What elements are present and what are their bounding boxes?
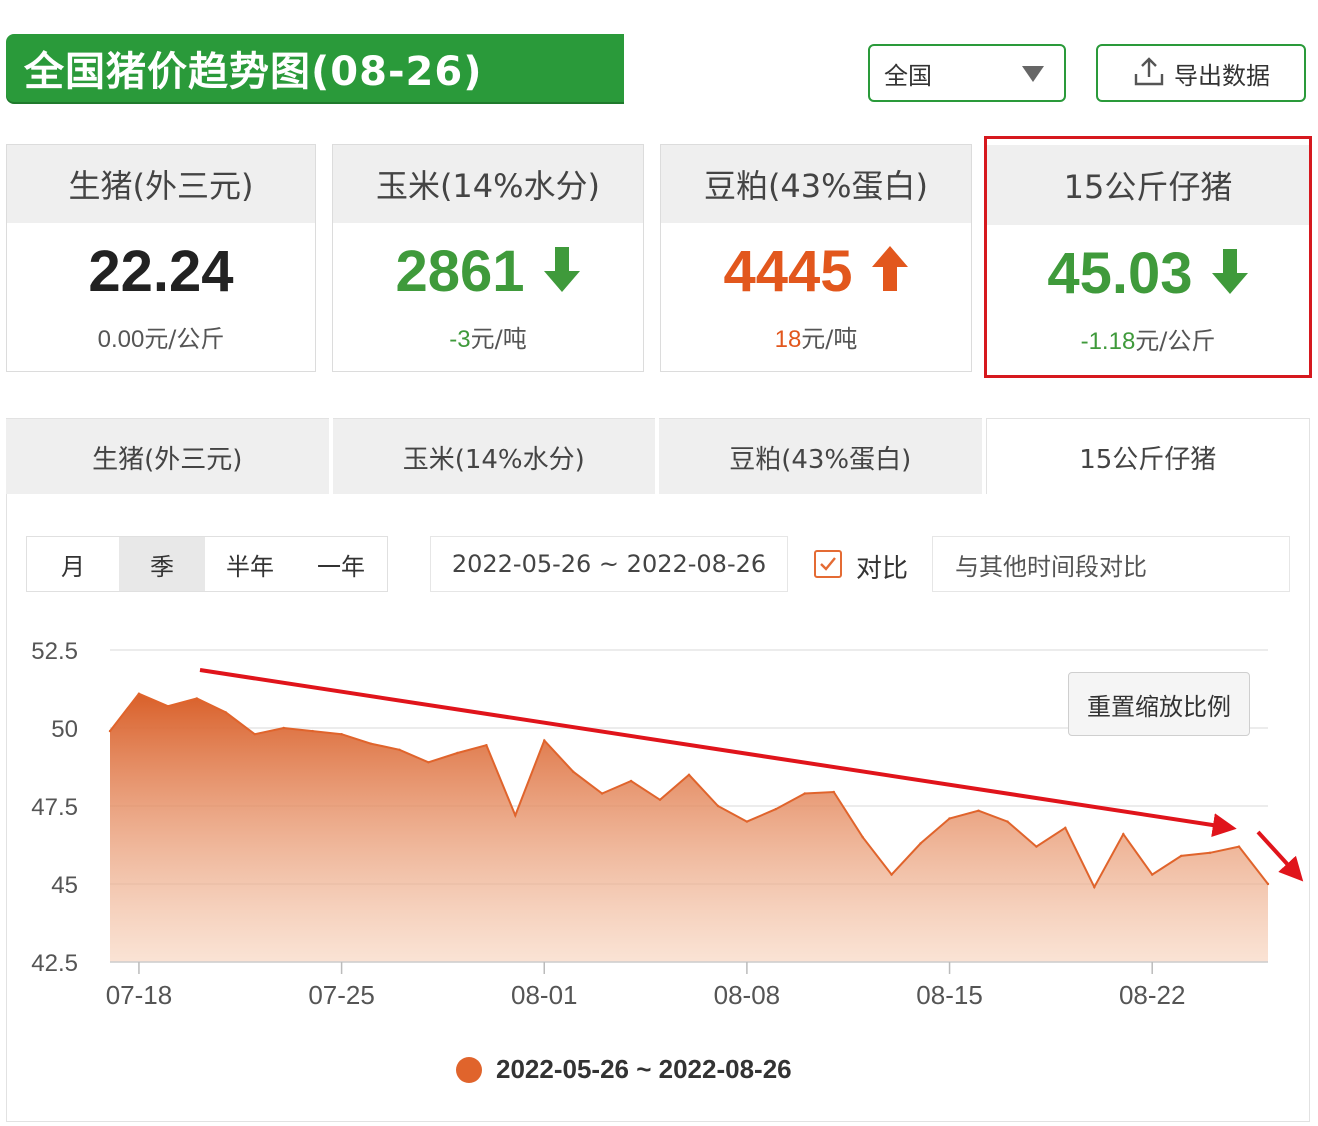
data-point: [485, 744, 488, 747]
x-tick-label: 07-18: [106, 980, 173, 1010]
data-point: [311, 729, 314, 733]
data-point: [948, 817, 951, 820]
data-point: [919, 842, 922, 845]
data-point: [658, 798, 662, 801]
legend-swatch: [456, 1056, 482, 1083]
y-tick-label: 45: [51, 872, 78, 899]
legend-label: 2022-05-26 ~ 2022-08-26: [496, 1054, 792, 1084]
price-trend-chart: 42.5 45 47.5 50 52.5 07-18 07-25 08-01 08-08 08-…: [31, 638, 1304, 1010]
data-point: [1093, 885, 1096, 889]
data-point: [745, 820, 749, 823]
data-point: [224, 711, 227, 714]
data-point: [340, 733, 343, 736]
x-tick-label: 08-08: [714, 980, 781, 1010]
data-point: [456, 751, 459, 755]
data-point: [1208, 851, 1212, 854]
data-point: [629, 779, 633, 783]
data-point: [832, 790, 835, 794]
data-point: [137, 692, 141, 695]
data-point: [600, 792, 604, 795]
drop-annotation-arrow: [1256, 830, 1304, 882]
x-tick-label: 08-15: [916, 980, 983, 1010]
data-point: [572, 770, 575, 773]
x-tick-label: 07-25: [308, 980, 375, 1010]
data-point: [977, 809, 980, 812]
data-point: [890, 873, 893, 876]
data-point: [1064, 826, 1067, 829]
data-point: [1180, 854, 1183, 858]
y-tick-label: 50: [51, 716, 78, 743]
data-point: [108, 729, 112, 733]
reset-zoom-button[interactable]: 重置缩放比例: [1068, 672, 1250, 736]
data-point: [369, 742, 372, 745]
data-point: [1035, 845, 1038, 848]
data-point: [803, 792, 806, 795]
y-tick-label: 42.5: [31, 950, 78, 977]
data-point: [716, 804, 720, 808]
data-point: [195, 697, 198, 700]
data-point: [514, 814, 517, 817]
data-point: [774, 807, 778, 811]
data-point: [427, 761, 430, 764]
data-point: [1237, 845, 1241, 848]
chart-legend[interactable]: 2022-05-26 ~ 2022-08-26: [456, 1054, 792, 1085]
data-point: [1266, 882, 1270, 886]
x-tick-label: 08-01: [511, 980, 578, 1010]
data-point: [861, 836, 864, 839]
data-point: [1006, 820, 1009, 823]
data-point: [1122, 832, 1125, 836]
y-tick-label: 52.5: [31, 638, 78, 665]
x-tick-label: 08-22: [1119, 980, 1186, 1010]
data-point: [253, 733, 256, 736]
data-point: [282, 726, 285, 730]
data-point: [398, 748, 401, 751]
data-point: [543, 739, 546, 742]
data-point: [1151, 873, 1154, 876]
data-point: [687, 773, 691, 776]
y-tick-label: 47.5: [31, 794, 78, 821]
data-point: [166, 705, 170, 708]
